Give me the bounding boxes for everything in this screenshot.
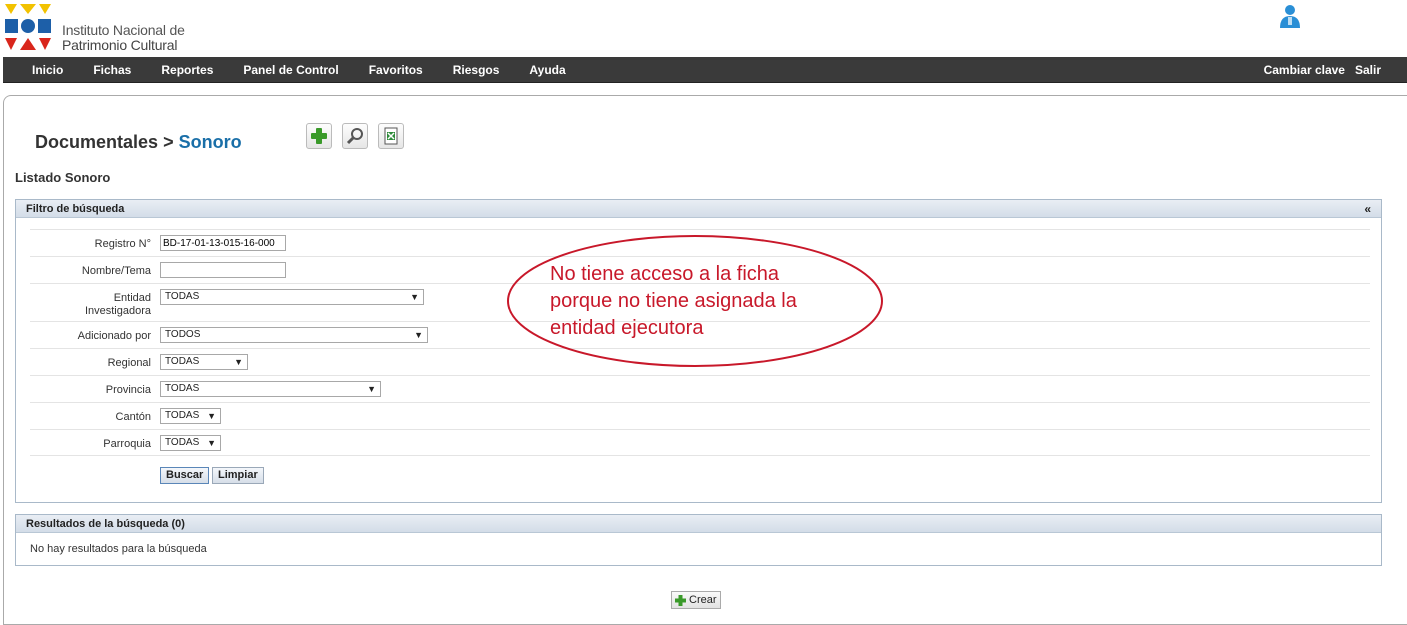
- header: Instituto Nacional de Patrimonio Cultura…: [0, 0, 1407, 57]
- nav-right: Cambiar clave Salir: [1264, 57, 1407, 83]
- crear-label: Crear: [689, 594, 717, 606]
- collapse-toggle[interactable]: «: [1364, 200, 1371, 218]
- label-provincia: Provincia: [105, 384, 151, 396]
- nav-left: Inicio Fichas Reportes Panel de Control …: [3, 57, 566, 83]
- parroquia-select[interactable]: TODAS ▼: [160, 435, 221, 451]
- nav-salir[interactable]: Salir: [1355, 63, 1381, 77]
- label-canton: Cantón: [115, 411, 151, 423]
- user-icon[interactable]: [1277, 3, 1303, 29]
- logo-line-2: Patrimonio Cultural: [62, 37, 178, 53]
- breadcrumb-current: Sonoro: [178, 132, 242, 152]
- nav-favoritos[interactable]: Favoritos: [369, 63, 423, 77]
- label-registro: Registro N°: [94, 238, 151, 250]
- filter-panel-title: Filtro de búsqueda: [26, 203, 125, 215]
- annotation-line-1: No tiene acceso a la ficha: [550, 263, 780, 285]
- label-entidad-line2: Investigadora: [84, 305, 151, 317]
- nav-inicio[interactable]: Inicio: [32, 63, 63, 77]
- canton-selected: TODAS: [165, 410, 200, 421]
- adicionado-select[interactable]: TODOS ▼: [160, 327, 428, 343]
- limpiar-button[interactable]: Limpiar: [212, 467, 264, 484]
- filter-panel-header: Filtro de búsqueda «: [16, 200, 1381, 218]
- parroquia-selected: TODAS: [165, 437, 200, 448]
- row-canton: Cantón TODAS ▼: [30, 402, 1370, 429]
- nav-cambiar-clave[interactable]: Cambiar clave: [1264, 63, 1345, 77]
- excel-export-icon: [384, 127, 398, 145]
- entidad-select[interactable]: TODAS ▼: [160, 289, 424, 305]
- nav-ayuda[interactable]: Ayuda: [529, 63, 565, 77]
- label-entidad-line1: Entidad: [113, 292, 151, 304]
- annotation-line-3: entidad ejecutora: [550, 317, 704, 339]
- annotation-note: No tiene acceso a la ficha porque no tie…: [550, 261, 797, 342]
- adicionado-selected: TODOS: [165, 329, 201, 340]
- label-parroquia: Parroquia: [103, 438, 151, 450]
- nav-fichas[interactable]: Fichas: [93, 63, 131, 77]
- provincia-selected: TODAS: [165, 383, 200, 394]
- row-provincia: Provincia TODAS ▼: [30, 375, 1370, 402]
- breadcrumb-separator: >: [163, 132, 174, 152]
- search-button[interactable]: [342, 123, 368, 149]
- buscar-button[interactable]: Buscar: [160, 467, 210, 484]
- add-button[interactable]: [306, 123, 332, 149]
- add-icon: [311, 128, 327, 144]
- main-nav: Inicio Fichas Reportes Panel de Control …: [3, 57, 1407, 83]
- export-excel-button[interactable]: [378, 123, 404, 149]
- dropdown-arrow-icon: ▼: [414, 330, 423, 340]
- search-icon: [346, 128, 363, 145]
- add-icon: [675, 594, 686, 606]
- nav-riesgos[interactable]: Riesgos: [453, 63, 500, 77]
- dropdown-arrow-icon: ▼: [367, 384, 376, 394]
- label-nombre: Nombre/Tema: [81, 265, 151, 277]
- entidad-selected: TODAS: [165, 291, 200, 302]
- nombre-input[interactable]: [160, 262, 286, 278]
- dropdown-arrow-icon: ▼: [234, 357, 243, 367]
- dropdown-arrow-icon: ▼: [207, 411, 216, 421]
- regional-selected: TODAS: [165, 356, 200, 367]
- logo-text: Instituto Nacional de Patrimonio Cultura…: [62, 23, 185, 53]
- results-panel-header: Resultados de la búsqueda (0): [16, 515, 1381, 533]
- canton-select[interactable]: TODAS ▼: [160, 408, 221, 424]
- annotation-line-2: porque no tiene asignada la: [550, 290, 797, 312]
- row-parroquia: Parroquia TODAS ▼: [30, 429, 1370, 456]
- registro-input[interactable]: [160, 235, 286, 251]
- provincia-select[interactable]: TODAS ▼: [160, 381, 381, 397]
- dropdown-arrow-icon: ▼: [207, 438, 216, 448]
- label-entidad: Entidad Investigadora: [85, 292, 151, 318]
- results-panel: Resultados de la búsqueda (0) No hay res…: [15, 514, 1382, 566]
- list-title: Listado Sonoro: [15, 170, 111, 185]
- nav-panel-de-control[interactable]: Panel de Control: [243, 63, 338, 77]
- inpc-logo-icon: [3, 2, 53, 52]
- regional-select[interactable]: TODAS ▼: [160, 354, 248, 370]
- results-empty-message: No hay resultados para la búsqueda: [30, 543, 207, 555]
- label-adicionado: Adicionado por: [77, 330, 151, 342]
- label-regional: Regional: [107, 357, 151, 369]
- breadcrumb-parent: Documentales: [35, 132, 159, 152]
- logo-line-1: Instituto Nacional de: [62, 22, 185, 38]
- crear-button[interactable]: Crear: [671, 591, 721, 609]
- dropdown-arrow-icon: ▼: [410, 292, 419, 302]
- nav-reportes[interactable]: Reportes: [161, 63, 213, 77]
- results-panel-title: Resultados de la búsqueda (0): [26, 518, 185, 530]
- page-title: Documentales > Sonoro: [35, 132, 242, 153]
